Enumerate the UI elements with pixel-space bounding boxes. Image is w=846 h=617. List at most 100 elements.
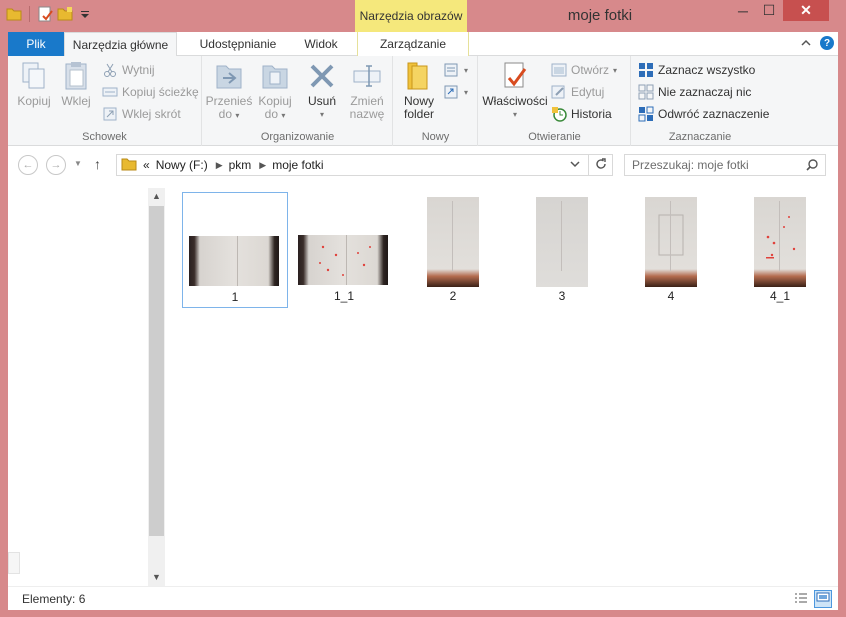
ribbon-controls: ? bbox=[800, 36, 834, 50]
paste-button[interactable]: Wklej bbox=[56, 60, 96, 108]
copy-button[interactable]: Kopiuj bbox=[14, 60, 54, 108]
group-select: Zaznacz wszystko Nie zaznaczaj nic Odwró… bbox=[632, 56, 769, 146]
help-icon[interactable]: ? bbox=[820, 36, 834, 50]
navigation-scrollbar[interactable]: ▲ ▼ bbox=[148, 188, 165, 586]
folder-icon[interactable] bbox=[6, 6, 22, 22]
file-item[interactable]: 4_1 bbox=[727, 192, 833, 308]
customize-toolbar-icon[interactable] bbox=[77, 6, 93, 22]
file-item[interactable]: 1_1 bbox=[291, 192, 397, 308]
new-item-button[interactable]: ▾ bbox=[444, 62, 468, 78]
select-all-icon bbox=[638, 62, 654, 78]
chevron-right-icon[interactable]: ▶ bbox=[216, 160, 223, 171]
search-input[interactable]: Przeszukaj: moje fotki bbox=[624, 154, 826, 176]
edit-button[interactable]: Edytuj bbox=[551, 84, 604, 100]
copy-to-icon bbox=[259, 60, 291, 92]
tab-view[interactable]: Widok bbox=[295, 32, 347, 56]
chevron-right-icon[interactable]: ▶ bbox=[259, 160, 266, 171]
refresh-button[interactable] bbox=[588, 154, 613, 176]
details-view-button[interactable] bbox=[792, 590, 810, 608]
minimize-button[interactable]: ─ bbox=[730, 0, 756, 21]
select-none-button[interactable]: Nie zaznaczaj nic bbox=[638, 84, 751, 100]
file-list: 1 1_1 2 3 4 4_1 bbox=[178, 192, 828, 322]
tab-file[interactable]: Plik bbox=[8, 32, 64, 56]
item-count: Elementy: 6 bbox=[22, 592, 86, 606]
paste-shortcut-button[interactable]: Wklej skrót bbox=[102, 106, 181, 122]
toolbar-separator bbox=[29, 6, 30, 22]
properties-button[interactable]: Właściwości ▾ bbox=[482, 60, 548, 121]
delete-button[interactable]: Usuń ▾ bbox=[303, 60, 341, 121]
navigation-pane-handle bbox=[8, 552, 20, 574]
navigation-pane[interactable] bbox=[8, 184, 148, 586]
breadcrumb-current[interactable]: moje fotki bbox=[272, 158, 323, 172]
breadcrumb-drive[interactable]: Nowy (F:) bbox=[156, 158, 208, 172]
new-folder-button[interactable]: Nowy folder bbox=[398, 60, 440, 121]
edit-icon bbox=[551, 84, 567, 100]
details-view-icon bbox=[794, 592, 808, 607]
easy-access-icon bbox=[444, 84, 460, 100]
ribbon: Kopiuj Wklej Wytnij Kopiuj ścieżkę Wklej… bbox=[8, 56, 838, 146]
forward-button[interactable]: → bbox=[46, 155, 66, 175]
image-thumbnail bbox=[292, 192, 396, 288]
file-item[interactable]: 3 bbox=[509, 192, 615, 308]
scroll-up-icon[interactable]: ▲ bbox=[148, 188, 165, 205]
open-icon bbox=[551, 62, 567, 78]
history-icon bbox=[551, 106, 567, 122]
file-name: 1 bbox=[231, 290, 239, 304]
scrollbar-thumb[interactable] bbox=[149, 206, 164, 536]
move-to-button[interactable]: Przenieś do ▾ bbox=[205, 60, 253, 122]
group-open: Właściwości ▾ Otwórz ▾ Edytuj Historia O… bbox=[479, 56, 631, 146]
file-item[interactable]: 4 bbox=[618, 192, 724, 308]
maximize-button[interactable]: ☐ bbox=[756, 0, 782, 21]
explorer-window: Narzędzia obrazów moje fotki ─ ☐ ✕ Plik … bbox=[0, 0, 846, 617]
back-button[interactable]: ← bbox=[18, 155, 38, 175]
tab-home[interactable]: Narzędzia główne bbox=[64, 32, 177, 57]
large-icons-view-button[interactable] bbox=[814, 590, 832, 608]
file-item[interactable]: 2 bbox=[400, 192, 506, 308]
close-button[interactable]: ✕ bbox=[783, 0, 829, 21]
paste-icon bbox=[60, 60, 92, 92]
file-name: 4_1 bbox=[769, 289, 791, 303]
status-bar: Elementy: 6 bbox=[8, 586, 838, 610]
context-tab-picture-tools: Narzędzia obrazów bbox=[355, 0, 467, 32]
history-button[interactable]: Historia bbox=[551, 106, 612, 122]
cut-button[interactable]: Wytnij bbox=[102, 62, 155, 78]
image-thumbnail bbox=[619, 192, 723, 288]
invert-selection-button[interactable]: Odwróć zaznaczenie bbox=[638, 106, 769, 122]
paste-shortcut-icon bbox=[102, 106, 118, 122]
copy-path-button[interactable]: Kopiuj ścieżkę bbox=[102, 84, 199, 100]
large-icons-view-icon bbox=[816, 592, 830, 607]
folder-icon bbox=[121, 156, 137, 175]
breadcrumb-pkm[interactable]: pkm bbox=[229, 158, 252, 172]
arrow-left-icon: ← bbox=[22, 159, 34, 171]
open-button[interactable]: Otwórz ▾ bbox=[551, 62, 617, 78]
rename-button[interactable]: Zmień nazwę bbox=[345, 60, 389, 121]
copy-to-button[interactable]: Kopiuj do ▾ bbox=[255, 60, 295, 122]
group-new: Nowy folder ▾ ▾ Nowy bbox=[394, 56, 478, 146]
address-bar[interactable]: « Nowy (F:) ▶ pkm ▶ moje fotki bbox=[116, 154, 613, 176]
breadcrumb-overflow[interactable]: « bbox=[143, 158, 150, 172]
new-item-icon bbox=[444, 62, 460, 78]
new-folder-icon[interactable] bbox=[57, 6, 73, 22]
ribbon-tabs: Plik Narzędzia główne Udostępnianie Wido… bbox=[8, 32, 838, 57]
image-thumbnail bbox=[728, 192, 832, 288]
scissors-icon bbox=[102, 62, 118, 78]
file-item[interactable]: 1 bbox=[182, 192, 288, 308]
recent-locations-icon[interactable]: ▼ bbox=[74, 159, 82, 168]
search-icon bbox=[805, 158, 819, 175]
collapse-ribbon-icon[interactable] bbox=[800, 36, 812, 50]
navigation-bar: ← → ▼ ↑ « Nowy (F:) ▶ pkm ▶ moje fotki P… bbox=[8, 146, 838, 184]
arrow-right-icon: → bbox=[50, 159, 62, 171]
properties-icon[interactable] bbox=[37, 6, 53, 22]
easy-access-button[interactable]: ▾ bbox=[444, 84, 468, 100]
scroll-down-icon[interactable]: ▼ bbox=[148, 569, 165, 586]
up-button[interactable]: ↑ bbox=[94, 156, 101, 172]
select-all-button[interactable]: Zaznacz wszystko bbox=[638, 62, 755, 78]
group-clipboard: Kopiuj Wklej Wytnij Kopiuj ścieżkę Wklej… bbox=[8, 56, 202, 146]
chevron-down-icon[interactable] bbox=[569, 158, 581, 173]
tab-share[interactable]: Udostępnianie bbox=[188, 32, 288, 56]
file-name: 2 bbox=[449, 289, 457, 303]
tab-manage[interactable]: Zarządzanie bbox=[357, 32, 469, 56]
move-to-icon bbox=[213, 60, 245, 92]
group-organize: Przenieś do ▾ Kopiuj do ▾ Usuń ▾ Zmień n… bbox=[203, 56, 393, 146]
group-label-open: Otwieranie bbox=[528, 131, 581, 143]
